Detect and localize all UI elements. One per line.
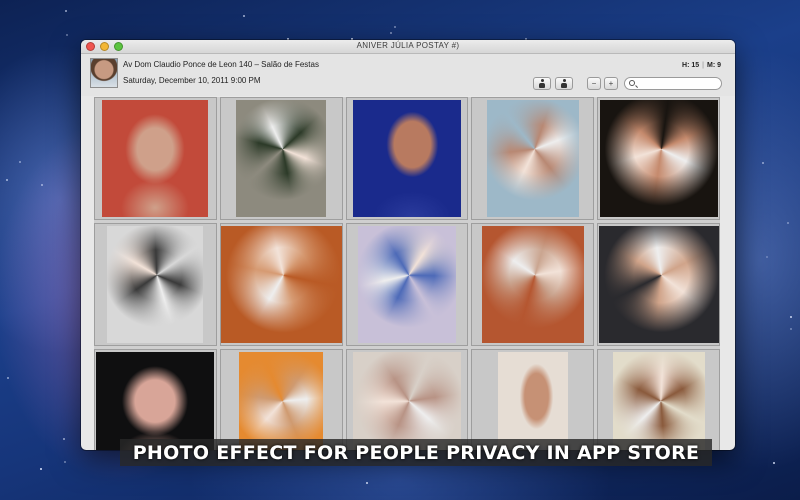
- male-filter-button[interactable]: [533, 77, 551, 90]
- photo-thumbnail: [486, 100, 579, 217]
- star: [389, 31, 392, 34]
- photo-thumbnail: [497, 352, 568, 450]
- photo-grid: [94, 97, 720, 450]
- photo-thumbnail: [612, 352, 705, 450]
- photo-cell[interactable]: [597, 223, 720, 346]
- star: [365, 481, 368, 484]
- zoom-in-button[interactable]: +: [604, 77, 618, 90]
- title-bar[interactable]: ANIVER JÚLIA POSTAY #): [81, 40, 735, 54]
- photo-thumbnail: [481, 226, 584, 343]
- photo-cell[interactable]: [597, 349, 720, 450]
- photo-cell[interactable]: [219, 223, 343, 346]
- event-avatar[interactable]: [90, 58, 118, 88]
- person-icon: [539, 79, 545, 88]
- star: [789, 316, 792, 319]
- photo-cell[interactable]: [219, 349, 343, 450]
- photo-cell[interactable]: [94, 349, 217, 450]
- star: [63, 461, 66, 464]
- photo-thumbnail: [102, 100, 209, 217]
- photo-cell[interactable]: [219, 97, 343, 220]
- photo-thumbnail: [239, 352, 324, 450]
- star: [772, 461, 775, 464]
- photo-thumbnail: [357, 226, 456, 343]
- photo-cell[interactable]: [471, 349, 595, 450]
- event-header: Av Dom Claudio Ponce de Leon 140 – Salão…: [81, 54, 735, 96]
- people-counts: H: 15 | M: 9: [682, 62, 721, 69]
- female-count: M: 9: [707, 62, 721, 69]
- star: [5, 179, 8, 182]
- photo-cell[interactable]: [94, 97, 217, 220]
- count-separator: |: [702, 62, 704, 69]
- photo-cell[interactable]: [471, 223, 595, 346]
- star: [39, 467, 42, 470]
- event-address: Av Dom Claudio Ponce de Leon 140 – Salão…: [123, 60, 319, 69]
- photo-cell[interactable]: [345, 349, 469, 450]
- photo-thumbnail: [96, 352, 215, 450]
- photo-cell[interactable]: [597, 97, 720, 220]
- search-input[interactable]: [637, 79, 719, 89]
- star: [242, 14, 245, 17]
- zoom-out-button[interactable]: −: [587, 77, 601, 90]
- female-filter-button[interactable]: [555, 77, 573, 90]
- event-date: Saturday, December 10, 2011 9:00 PM: [123, 76, 261, 85]
- star: [765, 256, 768, 259]
- star: [394, 25, 397, 28]
- star: [41, 183, 44, 186]
- search-icon: [629, 80, 635, 86]
- photo-thumbnail: [598, 226, 719, 343]
- male-count: H: 15: [682, 62, 700, 69]
- star: [19, 161, 22, 164]
- promo-banner: PHOTO EFFECT FOR PEOPLE PRIVACY IN APP S…: [120, 439, 712, 466]
- window-title: ANIVER JÚLIA POSTAY #): [356, 41, 460, 50]
- photo-thumbnail: [236, 100, 327, 217]
- photo-cell[interactable]: [345, 223, 469, 346]
- app-window: ANIVER JÚLIA POSTAY #) Av Dom Claudio Po…: [81, 40, 735, 450]
- person-icon: [561, 79, 567, 88]
- photo-thumbnail: [220, 226, 342, 343]
- photo-thumbnail: [107, 226, 204, 343]
- search-field[interactable]: [624, 77, 722, 90]
- photo-cell[interactable]: [345, 97, 469, 220]
- star: [65, 10, 68, 13]
- photo-cell[interactable]: [471, 97, 595, 220]
- photo-thumbnail: [352, 100, 461, 217]
- photo-thumbnail: [599, 100, 718, 217]
- photo-cell[interactable]: [94, 223, 217, 346]
- star: [6, 376, 9, 379]
- star: [62, 437, 65, 440]
- star: [786, 221, 789, 224]
- star: [66, 34, 69, 37]
- star: [790, 328, 793, 331]
- star: [762, 161, 765, 164]
- photo-thumbnail: [352, 352, 461, 450]
